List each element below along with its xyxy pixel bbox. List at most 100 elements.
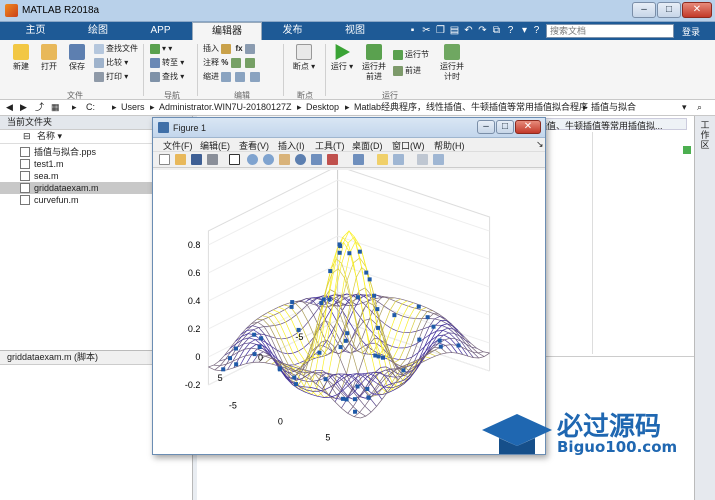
compare-button[interactable]: 比较 ▾	[94, 58, 128, 70]
save-figure-icon[interactable]	[191, 154, 202, 165]
tab-apps[interactable]: APP	[133, 22, 188, 40]
run-section-button[interactable]: 运行节	[393, 50, 429, 62]
minimize-button[interactable]: –	[632, 2, 656, 18]
close-button[interactable]: ✕	[682, 2, 712, 18]
run-and-time-button[interactable]: 运行并 计时	[438, 44, 466, 82]
print-button[interactable]: 打印 ▾	[94, 72, 128, 84]
cut-quick-icon[interactable]: ✂	[420, 24, 433, 37]
file-name: griddataexam.m	[34, 183, 99, 193]
menu-file[interactable]: 文件(F)	[163, 139, 193, 152]
zoom-in-icon[interactable]	[247, 154, 258, 165]
data-point	[293, 382, 298, 387]
figure-minimize-button[interactable]: –	[477, 120, 495, 134]
pan-icon[interactable]	[279, 154, 290, 165]
advance-button[interactable]: 前进	[393, 66, 421, 78]
path-desktop[interactable]: Desktop	[306, 100, 339, 115]
path-admin[interactable]: Administrator.WIN7U-20180127Z	[159, 100, 292, 115]
back-forward-button[interactable]: ▾ ▾	[150, 44, 172, 56]
comment-button[interactable]: 注释 %	[203, 58, 257, 70]
z-tick-label: 0	[195, 352, 200, 362]
tab-editor[interactable]: 编辑器	[192, 22, 262, 40]
goto-icon	[150, 58, 160, 68]
figure-maximize-button[interactable]: □	[496, 120, 514, 134]
run-button[interactable]: 运行 ▾	[330, 44, 354, 72]
root-icon[interactable]: ▸	[72, 100, 77, 115]
save-button[interactable]: 保存	[64, 44, 90, 72]
find-files-label: 查找文件	[106, 44, 138, 54]
breakpoints-button[interactable]: 断点 ▾	[291, 44, 317, 72]
figure-icon	[158, 122, 169, 133]
maximize-button[interactable]: □	[657, 2, 681, 18]
insert-colorbar-icon[interactable]	[377, 154, 388, 165]
redo-quick-icon[interactable]: ↷	[476, 24, 489, 37]
browse-folder-icon[interactable]: ▦	[51, 100, 60, 115]
open-button[interactable]: 打开	[36, 44, 62, 72]
indent-button[interactable]: 缩进	[203, 72, 262, 84]
show-plot-tools-icon[interactable]	[433, 154, 444, 165]
menu-insert[interactable]: 插入(I)	[278, 139, 305, 152]
insert-button[interactable]: 插入 fx	[203, 44, 257, 56]
goto-button[interactable]: 转至 ▾	[150, 58, 184, 70]
menu-edit[interactable]: 编辑(E)	[200, 139, 230, 152]
compare-icon	[94, 58, 104, 68]
path-current[interactable]: 插值与拟合	[591, 100, 636, 115]
path-dropdown-icon[interactable]: ▾	[682, 100, 687, 115]
data-point	[292, 375, 297, 380]
window-title: MATLAB R2018a	[22, 5, 100, 16]
save-quick-icon[interactable]: ▪	[406, 24, 419, 37]
surface-mesh-line	[322, 320, 452, 399]
run-time-icon	[444, 44, 460, 60]
brush-icon[interactable]	[327, 154, 338, 165]
tab-plots[interactable]: 绘图	[68, 22, 128, 40]
copy-quick-icon[interactable]: ❐	[434, 24, 447, 37]
forward-arrow-icon[interactable]: ▶	[20, 100, 27, 115]
path-users[interactable]: Users	[121, 100, 145, 115]
link-plot-icon[interactable]	[353, 154, 364, 165]
print-figure-icon[interactable]	[207, 154, 218, 165]
workspace-label[interactable]: 工作区	[699, 120, 711, 150]
rotate-3d-icon[interactable]	[295, 154, 306, 165]
data-point	[456, 343, 461, 348]
data-point	[381, 355, 386, 360]
data-point	[353, 409, 358, 414]
address-bar: ◀ ▶ ⤴ ▦ ▸ C: ▸ Users ▸ Administrator.WIN…	[0, 100, 715, 116]
figure-menubar: 文件(F) 编辑(E) 查看(V) 插入(I) 工具(T) 桌面(D) 窗口(W…	[153, 138, 545, 152]
figure-close-button[interactable]: ✕	[515, 120, 541, 134]
path-project[interactable]: Matlab经典程序，线性插值、牛顿插值等常用插值拟合程序	[354, 100, 588, 115]
new-button[interactable]: 新建	[8, 44, 34, 72]
undo-quick-icon[interactable]: ↶	[462, 24, 475, 37]
tab-publish[interactable]: 发布	[265, 22, 320, 40]
menu-desktop[interactable]: 桌面(D)	[352, 139, 383, 152]
edit-plot-icon[interactable]	[229, 154, 240, 165]
insert-legend-icon[interactable]	[393, 154, 404, 165]
signin-link[interactable]: 登录	[682, 25, 700, 38]
switch-windows-icon[interactable]: ⧉	[490, 24, 503, 37]
data-point	[417, 337, 422, 342]
name-column-label: 名称	[37, 131, 56, 141]
back-arrow-icon[interactable]: ◀	[6, 100, 13, 115]
zoom-out-icon[interactable]	[263, 154, 274, 165]
editor-tab[interactable]: 插值、牛顿插值等常用插值拟...	[537, 118, 687, 131]
menu-window[interactable]: 窗口(W)	[392, 139, 425, 152]
tab-view[interactable]: 视图	[325, 22, 385, 40]
paste-quick-icon[interactable]: ▤	[448, 24, 461, 37]
help-quick-icon[interactable]: ?	[504, 24, 517, 37]
help-icon[interactable]: ?	[530, 24, 543, 37]
search-docs-input[interactable]: 搜索文档	[546, 24, 674, 38]
find-files-button[interactable]: 查找文件	[94, 44, 138, 56]
menu-dock-icon[interactable]: ↘	[536, 139, 544, 150]
path-drive[interactable]: C:	[86, 100, 95, 115]
graduation-cap-icon	[482, 414, 552, 454]
new-figure-icon[interactable]	[159, 154, 170, 165]
menu-tools[interactable]: 工具(T)	[315, 139, 345, 152]
tab-home[interactable]: 主页	[8, 22, 63, 40]
menu-help[interactable]: 帮助(H)	[434, 139, 465, 152]
up-folder-icon[interactable]: ⤴	[35, 100, 44, 115]
run-and-advance-button[interactable]: 运行并 前进	[360, 44, 388, 82]
data-cursor-icon[interactable]	[311, 154, 322, 165]
menu-view[interactable]: 查看(V)	[239, 139, 269, 152]
hide-plot-tools-icon[interactable]	[417, 154, 428, 165]
path-search-icon[interactable]: ⌕	[697, 100, 702, 115]
open-file-icon[interactable]	[175, 154, 186, 165]
find-button[interactable]: 查找 ▾	[150, 72, 184, 84]
